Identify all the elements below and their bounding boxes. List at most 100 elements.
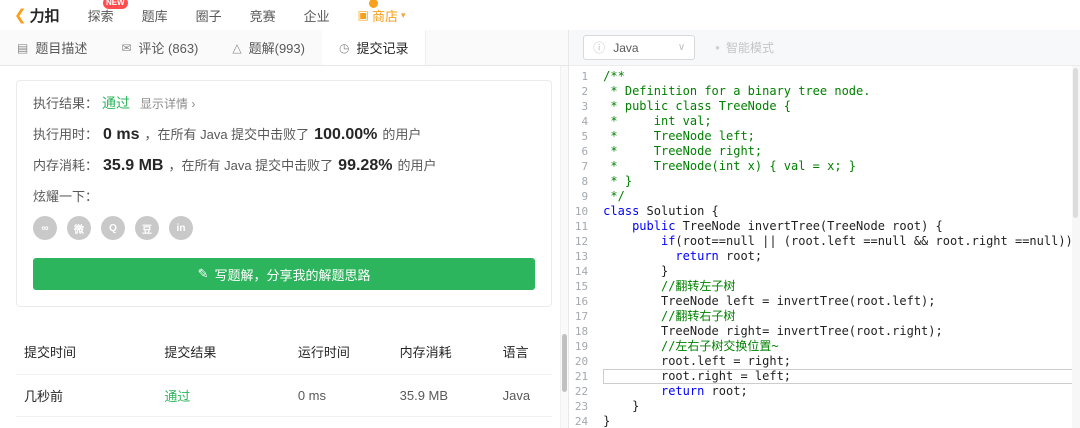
smart-mode-indicator[interactable]: ● 智能模式 [715, 39, 774, 56]
code-text: //翻转左子树 [603, 279, 1080, 294]
code-line[interactable]: 10class Solution { [569, 204, 1080, 219]
column-header: 语言 [495, 329, 553, 375]
leetcode-logo[interactable]: ❮ 力扣 [14, 5, 60, 26]
code-text: if(root==null || (root.left ==null && ro… [603, 234, 1080, 249]
editor-scrollbar-thumb[interactable] [1073, 68, 1078, 218]
line-number: 10 [569, 204, 603, 219]
code-line[interactable]: 19 //左右子树交换位置~ [569, 339, 1080, 354]
code-text: class Solution { [603, 204, 1080, 219]
code-text: root.left = right; [603, 354, 1080, 369]
show-off-row: 炫耀一下： [33, 186, 535, 205]
douban-share-icon[interactable]: 豆 [135, 216, 159, 240]
code-line[interactable]: 6 * TreeNode right; [569, 144, 1080, 159]
code-text: } [603, 414, 1080, 428]
table-row: 17 小时前通过0 ms36.5 MBJava [16, 417, 552, 428]
code-line[interactable]: 1/** [569, 69, 1080, 84]
code-area[interactable]: 1/**2 * Definition for a binary tree nod… [569, 66, 1080, 428]
nav-item-circle[interactable]: 圈子 [196, 6, 222, 25]
code-line[interactable]: 22 return root; [569, 384, 1080, 399]
tab-submissions[interactable]: ◷提交记录 [322, 30, 427, 65]
show-details-link[interactable]: 显示详情 › [140, 95, 195, 112]
nav-item-company[interactable]: 企业 [304, 6, 330, 25]
tab-label: 提交记录 [356, 38, 408, 57]
left-pane: ▤题目描述 ✉ 评论 (863) △题解(993)◷提交记录 执行结果： 通过 显示详… [0, 30, 569, 428]
editor-toolbar: ⓘ Java ∨ ● 智能模式 [569, 30, 1080, 66]
code-line[interactable]: 14 } [569, 264, 1080, 279]
code-line[interactable]: 2 * Definition for a binary tree node. [569, 84, 1080, 99]
code-line[interactable]: 21 root.right = left; [569, 369, 1080, 384]
nav-items: 探索NEW 题库 圈子 竞赛 企业 ▣商店▾ [88, 6, 406, 25]
nav-item-label: 竞赛 [250, 6, 276, 25]
nav-item-explore[interactable]: 探索NEW [88, 6, 114, 25]
nav-item-store[interactable]: ▣商店▾ [358, 6, 406, 25]
code-line[interactable]: 17 //翻转右子树 [569, 309, 1080, 324]
tab-solutions[interactable]: △题解(993) [215, 30, 322, 65]
write-solution-button[interactable]: ✎ 写题解，分享我的解题思路 [33, 258, 535, 290]
linkedin-share-icon[interactable]: in [169, 216, 193, 240]
code-line[interactable]: 7 * TreeNode(int x) { val = x; } [569, 159, 1080, 174]
code-line[interactable]: 11 public TreeNode invertTree(TreeNode r… [569, 219, 1080, 234]
code-line[interactable]: 5 * TreeNode left; [569, 129, 1080, 144]
qq-share-icon[interactable]: Q [101, 216, 125, 240]
code-text: } [603, 399, 1080, 414]
line-number: 17 [569, 309, 603, 324]
store-icon: ▣ [358, 8, 369, 22]
tab-label: 评论 (863) [138, 38, 198, 57]
line-number: 11 [569, 219, 603, 234]
submission-result-link[interactable]: 通过 [164, 389, 190, 404]
runtime-beat-pre: ，在所有 Java 提交中击败了 [144, 124, 309, 143]
code-line[interactable]: 23 } [569, 399, 1080, 414]
line-number: 3 [569, 99, 603, 114]
leetcode-logo-icon: ❮ [14, 6, 27, 24]
chevron-down-icon: ∨ [678, 42, 685, 53]
code-line[interactable]: 18 TreeNode right= invertTree(root.right… [569, 324, 1080, 339]
nav-item-problems[interactable]: 题库 [142, 6, 168, 25]
code-text: //左右子树交换位置~ [603, 339, 1080, 354]
code-line[interactable]: 20 root.left = right; [569, 354, 1080, 369]
left-scrollbar[interactable] [560, 66, 568, 428]
runtime-label: 执行用时： [33, 124, 98, 143]
code-line[interactable]: 13 return root; [569, 249, 1080, 264]
code-text: * Definition for a binary tree node. [603, 84, 1080, 99]
nav-item-contest[interactable]: 竞赛 [250, 6, 276, 25]
tab-bar: ▤题目描述 ✉ 评论 (863) △题解(993)◷提交记录 [0, 30, 568, 66]
code-line[interactable]: 12 if(root==null || (root.left ==null &&… [569, 234, 1080, 249]
memory-percent: 99.28% [338, 157, 392, 175]
line-number: 12 [569, 234, 603, 249]
line-number: 2 [569, 84, 603, 99]
line-number: 7 [569, 159, 603, 174]
code-line[interactable]: 9 */ [569, 189, 1080, 204]
language-cell: Java [495, 417, 553, 428]
nav-item-label: 圈子 [196, 6, 222, 25]
code-line[interactable]: 4 * int val; [569, 114, 1080, 129]
link-share-icon[interactable]: ∞ [33, 216, 57, 240]
line-number: 8 [569, 174, 603, 189]
code-text: public TreeNode invertTree(TreeNode root… [603, 219, 1080, 234]
code-line[interactable]: 3 * public class TreeNode { [569, 99, 1080, 114]
runtime-row: 执行用时： 0 ms ，在所有 Java 提交中击败了 100.00% 的用户 [33, 124, 535, 144]
comments-icon: ✉ [121, 41, 131, 55]
tab-description[interactable]: ▤题目描述 [0, 30, 104, 65]
line-number: 14 [569, 264, 603, 279]
code-text: root.right = left; [603, 369, 1080, 384]
language-select[interactable]: ⓘ Java ∨ [583, 35, 695, 60]
column-header: 内存消耗 [392, 329, 495, 375]
runtime-cell: 0 ms [290, 417, 392, 428]
weibo-share-icon[interactable]: 微 [67, 216, 91, 240]
notification-dot [368, 0, 379, 9]
code-line[interactable]: 8 * } [569, 174, 1080, 189]
code-text: TreeNode left = invertTree(root.left); [603, 294, 1080, 309]
code-line[interactable]: 24} [569, 414, 1080, 428]
nav-item-label: 题库 [142, 6, 168, 25]
runtime-beat-post: 的用户 [382, 124, 421, 143]
code-line[interactable]: 16 TreeNode left = invertTree(root.left)… [569, 294, 1080, 309]
description-icon: ▤ [17, 41, 28, 55]
left-scrollbar-thumb[interactable] [562, 334, 567, 392]
tab-comments[interactable]: ✉ 评论 (863) [104, 30, 215, 65]
runtime-value: 0 ms [103, 126, 139, 144]
tab-label: 题解(993) [249, 38, 305, 57]
editor-scrollbar[interactable] [1072, 66, 1080, 428]
column-header: 运行时间 [290, 329, 392, 375]
left-content: 执行结果： 通过 显示详情 › 执行用时： 0 ms ，在所有 Java 提交中… [0, 66, 568, 428]
code-line[interactable]: 15 //翻转左子树 [569, 279, 1080, 294]
